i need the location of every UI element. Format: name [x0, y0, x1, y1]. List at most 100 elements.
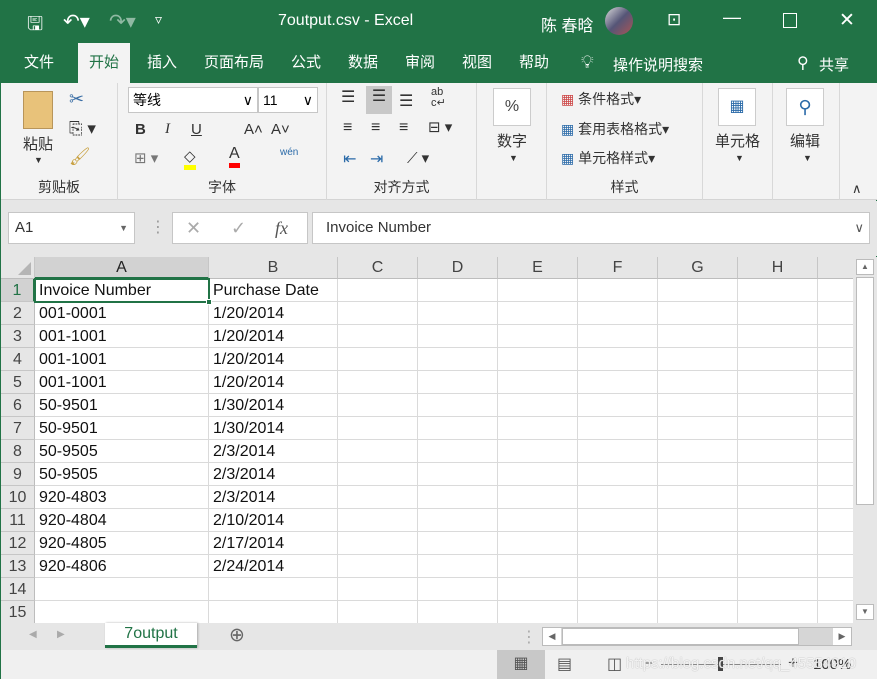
increase-indent-icon[interactable]: ⇥ [370, 149, 383, 169]
cell[interactable] [418, 509, 498, 532]
cell[interactable] [338, 532, 418, 555]
cell[interactable] [578, 555, 658, 578]
copy-icon[interactable]: ⎘ ▾ [69, 119, 96, 139]
cell[interactable] [498, 532, 578, 555]
phonetic-icon[interactable]: wén [280, 147, 298, 158]
align-middle-icon[interactable]: ☰ [366, 86, 392, 114]
undo-icon[interactable]: ↶▾ [63, 9, 90, 34]
cell[interactable]: 1/30/2014 [209, 417, 338, 440]
vertical-scroll-thumb[interactable] [856, 277, 874, 505]
format-painter-icon[interactable]: 🖌︎ [69, 147, 91, 167]
cell[interactable] [418, 371, 498, 394]
cells-icon[interactable]: ▦ [718, 88, 756, 126]
cell[interactable]: 2/24/2014 [209, 555, 338, 578]
cell[interactable] [418, 440, 498, 463]
cell[interactable] [818, 601, 853, 623]
italic-button[interactable]: I [165, 121, 170, 138]
share-button[interactable]: 共享 [819, 54, 849, 75]
cell[interactable] [418, 555, 498, 578]
number-dropdown-icon[interactable]: ▼ [509, 153, 518, 163]
tab-home[interactable]: 开始 [78, 43, 131, 83]
decrease-font-icon[interactable]: A˅ [271, 121, 290, 138]
cell[interactable] [498, 440, 578, 463]
row-header[interactable]: 5 [1, 371, 35, 394]
cell[interactable]: 2/3/2014 [209, 486, 338, 509]
cell[interactable] [738, 417, 818, 440]
cell[interactable]: 1/20/2014 [209, 325, 338, 348]
cell[interactable]: 50-9505 [35, 463, 209, 486]
cell[interactable] [818, 509, 853, 532]
cell[interactable] [738, 601, 818, 623]
scroll-left-icon[interactable]: ◀ [543, 628, 561, 645]
tab-view[interactable]: 视图 [451, 43, 503, 83]
cell[interactable] [578, 601, 658, 623]
align-right-icon[interactable]: ≡ [399, 119, 408, 137]
underline-button[interactable]: U [191, 121, 202, 138]
cell[interactable] [738, 279, 818, 302]
align-bottom-icon[interactable]: ☰ [399, 91, 413, 111]
tab-insert[interactable]: 插入 [136, 43, 188, 83]
share-icon[interactable]: ⚲ [797, 53, 809, 73]
cell[interactable] [738, 486, 818, 509]
cell[interactable] [498, 371, 578, 394]
tell-me-search[interactable]: 操作说明搜索 [613, 54, 703, 75]
cell[interactable] [578, 302, 658, 325]
cell[interactable]: Invoice Number [35, 279, 209, 302]
row-header[interactable]: 4 [1, 348, 35, 371]
row-header[interactable]: 11 [1, 509, 35, 532]
cell[interactable] [578, 279, 658, 302]
row-header[interactable]: 14 [1, 578, 35, 601]
cell[interactable] [658, 463, 738, 486]
cell[interactable] [498, 601, 578, 623]
select-all-button[interactable] [1, 257, 35, 279]
cell[interactable]: 1/20/2014 [209, 302, 338, 325]
cell[interactable] [818, 302, 853, 325]
cell[interactable] [578, 417, 658, 440]
row-header[interactable]: 9 [1, 463, 35, 486]
cell[interactable] [818, 348, 853, 371]
cell[interactable] [209, 578, 338, 601]
customize-icon[interactable]: ▿ [155, 11, 162, 28]
tab-data[interactable]: 数据 [337, 43, 389, 83]
page-layout-view-icon[interactable]: ▤ [557, 654, 572, 674]
cell[interactable]: 2/3/2014 [209, 440, 338, 463]
decrease-indent-icon[interactable]: ⇤ [343, 149, 356, 169]
cells-dropdown-icon[interactable]: ▼ [735, 153, 744, 163]
align-left-icon[interactable]: ≡ [343, 119, 352, 137]
cell[interactable] [418, 532, 498, 555]
paste-dropdown-icon[interactable]: ▼ [34, 155, 43, 165]
scroll-down-icon[interactable]: ▼ [856, 604, 874, 620]
editing-button[interactable]: 编辑 [790, 130, 820, 151]
cell[interactable] [498, 348, 578, 371]
cell[interactable] [338, 463, 418, 486]
bold-button[interactable]: B [135, 121, 146, 138]
cell[interactable] [738, 532, 818, 555]
cell[interactable] [818, 532, 853, 555]
conditional-format-button[interactable]: ▦ 条件格式▾ [561, 89, 641, 109]
merge-center-icon[interactable]: ⊟ ▾ [428, 118, 452, 136]
row-header[interactable]: 10 [1, 486, 35, 509]
cell[interactable]: 1/20/2014 [209, 348, 338, 371]
tab-file[interactable]: 文件 [13, 43, 65, 83]
cell[interactable] [578, 463, 658, 486]
new-sheet-icon[interactable]: ⊕ [229, 624, 245, 647]
sheet-tab-7output[interactable]: 7output [105, 623, 197, 648]
column-header[interactable]: H [738, 257, 818, 279]
enter-icon[interactable]: ✓ [231, 213, 246, 243]
cell[interactable]: 1/30/2014 [209, 394, 338, 417]
cell[interactable] [738, 463, 818, 486]
number-button[interactable]: 数字 [497, 130, 527, 151]
cell[interactable] [338, 279, 418, 302]
cell[interactable] [738, 509, 818, 532]
row-header[interactable]: 6 [1, 394, 35, 417]
cancel-icon[interactable]: ✕ [186, 213, 201, 243]
cell[interactable] [418, 601, 498, 623]
cell[interactable] [658, 532, 738, 555]
cell[interactable] [658, 555, 738, 578]
row-header[interactable]: 1 [1, 279, 35, 302]
cell[interactable] [498, 555, 578, 578]
cell[interactable] [418, 486, 498, 509]
column-header[interactable]: D [418, 257, 498, 279]
cell[interactable] [35, 601, 209, 623]
cell[interactable] [658, 578, 738, 601]
